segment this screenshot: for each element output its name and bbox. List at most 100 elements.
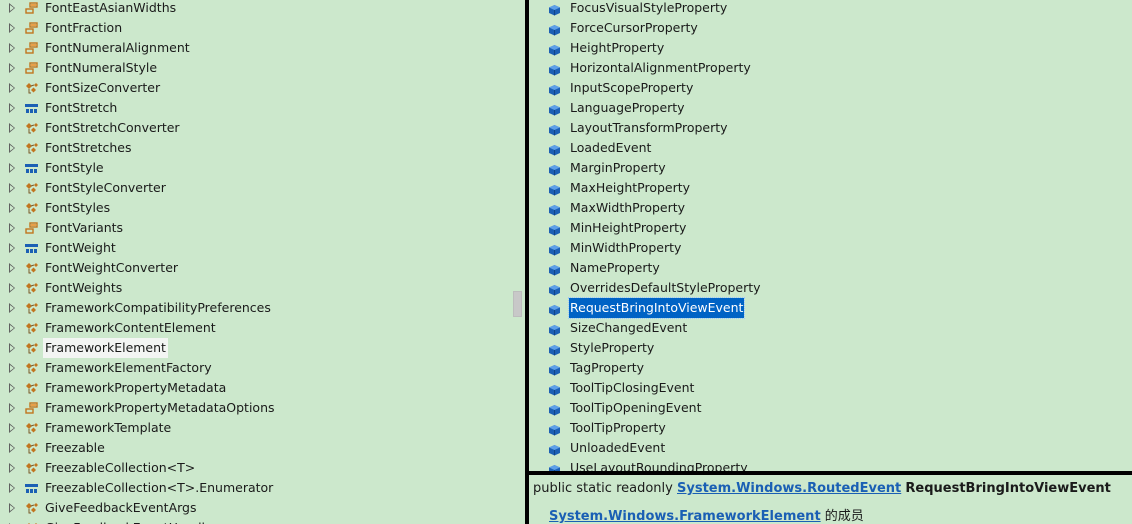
enum-icon bbox=[24, 41, 39, 55]
member-list-item-label: TagProperty bbox=[570, 360, 645, 375]
member-list-item[interactable]: LayoutTransformProperty bbox=[529, 118, 1132, 138]
type-tree-item[interactable]: FontStretch bbox=[0, 98, 510, 118]
member-list-item[interactable]: HeightProperty bbox=[529, 38, 1132, 58]
class-icon bbox=[24, 341, 39, 355]
member-list-item[interactable]: ToolTipClosingEvent bbox=[529, 378, 1132, 398]
expand-arrow-icon[interactable] bbox=[9, 483, 15, 493]
type-tree-item-label: FontStretch bbox=[45, 100, 118, 115]
expand-arrow-icon[interactable] bbox=[9, 423, 15, 433]
expand-arrow-icon[interactable] bbox=[9, 3, 15, 13]
type-tree-item[interactable]: FontWeights bbox=[0, 278, 510, 298]
member-list-item[interactable]: LoadedEvent bbox=[529, 138, 1132, 158]
type-tree-item[interactable]: FrameworkCompatibilityPreferences bbox=[0, 298, 510, 318]
expand-arrow-icon[interactable] bbox=[9, 43, 15, 53]
type-tree-item[interactable]: FontStretches bbox=[0, 138, 510, 158]
type-tree-item[interactable]: FrameworkTemplate bbox=[0, 418, 510, 438]
member-list-item[interactable]: RequestBringIntoViewEvent bbox=[529, 297, 1132, 319]
member-list-item[interactable]: MarginProperty bbox=[529, 158, 1132, 178]
expand-arrow-icon[interactable] bbox=[9, 503, 15, 513]
expand-arrow-icon[interactable] bbox=[9, 243, 15, 253]
expand-arrow-icon[interactable] bbox=[9, 143, 15, 153]
expand-arrow-icon[interactable] bbox=[9, 63, 15, 73]
type-tree-item-label: FontEastAsianWidths bbox=[45, 0, 177, 15]
type-tree-item[interactable]: FontStyleConverter bbox=[0, 178, 510, 198]
expand-arrow-icon[interactable] bbox=[9, 403, 15, 413]
expand-arrow-icon[interactable] bbox=[9, 163, 15, 173]
type-tree-item[interactable]: FontVariants bbox=[0, 218, 510, 238]
member-list-item[interactable]: MaxWidthProperty bbox=[529, 198, 1132, 218]
type-tree-item[interactable]: FrameworkPropertyMetadataOptions bbox=[0, 398, 510, 418]
member-list-item-label: FocusVisualStyleProperty bbox=[570, 0, 728, 15]
member-list-item[interactable]: UseLayoutRoundingProperty bbox=[529, 458, 1132, 471]
type-tree-item[interactable]: FreezableCollection<T>.Enumerator bbox=[0, 478, 510, 498]
member-list-item[interactable]: LanguageProperty bbox=[529, 98, 1132, 118]
member-list-item[interactable]: UnloadedEvent bbox=[529, 438, 1132, 458]
owner-type-link[interactable]: FrameworkElement bbox=[679, 509, 821, 524]
type-tree-item[interactable]: FrameworkContentElement bbox=[0, 318, 510, 338]
type-tree-pane[interactable]: FontEastAsianWidths FontFraction FontNumer… bbox=[0, 0, 510, 524]
type-tree-item[interactable]: GiveFeedbackEventArgs bbox=[0, 498, 510, 518]
member-list-item-label: ForceCursorProperty bbox=[570, 20, 698, 35]
enum-icon bbox=[24, 21, 39, 35]
expand-arrow-icon[interactable] bbox=[9, 263, 15, 273]
type-tree-item[interactable]: FontStyle bbox=[0, 158, 510, 178]
member-list-item[interactable]: ForceCursorProperty bbox=[529, 18, 1132, 38]
member-list-item[interactable]: SizeChangedEvent bbox=[529, 318, 1132, 338]
member-list-item[interactable]: NameProperty bbox=[529, 258, 1132, 278]
expand-arrow-icon[interactable] bbox=[9, 203, 15, 213]
type-tree-item[interactable]: FontWeight bbox=[0, 238, 510, 258]
expand-arrow-icon[interactable] bbox=[9, 23, 15, 33]
member-list-item[interactable]: MinWidthProperty bbox=[529, 238, 1132, 258]
type-tree-item[interactable]: FontWeightConverter bbox=[0, 258, 510, 278]
type-tree-item-label: FrameworkElement bbox=[43, 338, 168, 358]
scrollbar-thumb[interactable] bbox=[513, 291, 522, 317]
class-icon bbox=[24, 301, 39, 315]
expand-arrow-icon[interactable] bbox=[9, 383, 15, 393]
type-tree-item[interactable]: FrameworkPropertyMetadata bbox=[0, 378, 510, 398]
member-list-item[interactable]: StyleProperty bbox=[529, 338, 1132, 358]
expand-arrow-icon[interactable] bbox=[9, 123, 15, 133]
expand-arrow-icon[interactable] bbox=[9, 463, 15, 473]
return-type-link[interactable]: System.Windows.RoutedEvent bbox=[677, 481, 901, 496]
member-list-item[interactable]: HorizontalAlignmentProperty bbox=[529, 58, 1132, 78]
expand-arrow-icon[interactable] bbox=[9, 443, 15, 453]
expand-arrow-icon[interactable] bbox=[9, 183, 15, 193]
expand-arrow-icon[interactable] bbox=[9, 303, 15, 313]
member-list-item[interactable]: FocusVisualStyleProperty bbox=[529, 0, 1132, 18]
signature-prefix: public static readonly bbox=[533, 481, 673, 496]
member-list-item[interactable]: OverridesDefaultStyleProperty bbox=[529, 278, 1132, 298]
type-tree-item[interactable]: FrameworkElement bbox=[0, 338, 510, 358]
expand-arrow-icon[interactable] bbox=[9, 283, 15, 293]
type-tree-item-label: FrameworkCompatibilityPreferences bbox=[45, 300, 271, 315]
type-tree-item[interactable]: Freezable bbox=[0, 438, 510, 458]
type-tree-item[interactable]: FontNumeralStyle bbox=[0, 58, 510, 78]
member-list-pane[interactable]: FocusVisualStyleProperty ForceCursorPrope… bbox=[529, 0, 1132, 471]
type-tree-item[interactable]: FreezableCollection<T> bbox=[0, 458, 510, 478]
member-list-item[interactable]: InputScopeProperty bbox=[529, 78, 1132, 98]
type-tree-item-label: GiveFeedbackEventHandler bbox=[45, 518, 218, 524]
owner-namespace-link[interactable]: System.Windows. bbox=[549, 509, 679, 524]
field-icon bbox=[548, 462, 561, 471]
field-icon bbox=[548, 342, 561, 356]
type-tree-item[interactable]: FontEastAsianWidths bbox=[0, 0, 510, 18]
type-tree-item[interactable]: FontFraction bbox=[0, 18, 510, 38]
expand-arrow-icon[interactable] bbox=[9, 103, 15, 113]
type-tree-item[interactable]: FontStretchConverter bbox=[0, 118, 510, 138]
expand-arrow-icon[interactable] bbox=[9, 323, 15, 333]
member-list-item[interactable]: ToolTipOpeningEvent bbox=[529, 398, 1132, 418]
type-tree-item[interactable]: FontNumeralAlignment bbox=[0, 38, 510, 58]
member-list-item[interactable]: MinHeightProperty bbox=[529, 218, 1132, 238]
field-icon bbox=[548, 362, 561, 376]
type-tree-item[interactable]: FontSizeConverter bbox=[0, 78, 510, 98]
member-list-item[interactable]: MaxHeightProperty bbox=[529, 178, 1132, 198]
member-list-item[interactable]: ToolTipProperty bbox=[529, 418, 1132, 438]
type-tree-item[interactable]: FrameworkElementFactory bbox=[0, 358, 510, 378]
type-tree-item[interactable]: GiveFeedbackEventHandler bbox=[0, 518, 510, 524]
member-list-item[interactable]: TagProperty bbox=[529, 358, 1132, 378]
expand-arrow-icon[interactable] bbox=[9, 223, 15, 233]
type-tree-item[interactable]: FontStyles bbox=[0, 198, 510, 218]
expand-arrow-icon[interactable] bbox=[9, 83, 15, 93]
expand-arrow-icon[interactable] bbox=[9, 363, 15, 373]
expand-arrow-icon[interactable] bbox=[9, 343, 15, 353]
type-tree-scrollbar[interactable] bbox=[510, 0, 525, 524]
